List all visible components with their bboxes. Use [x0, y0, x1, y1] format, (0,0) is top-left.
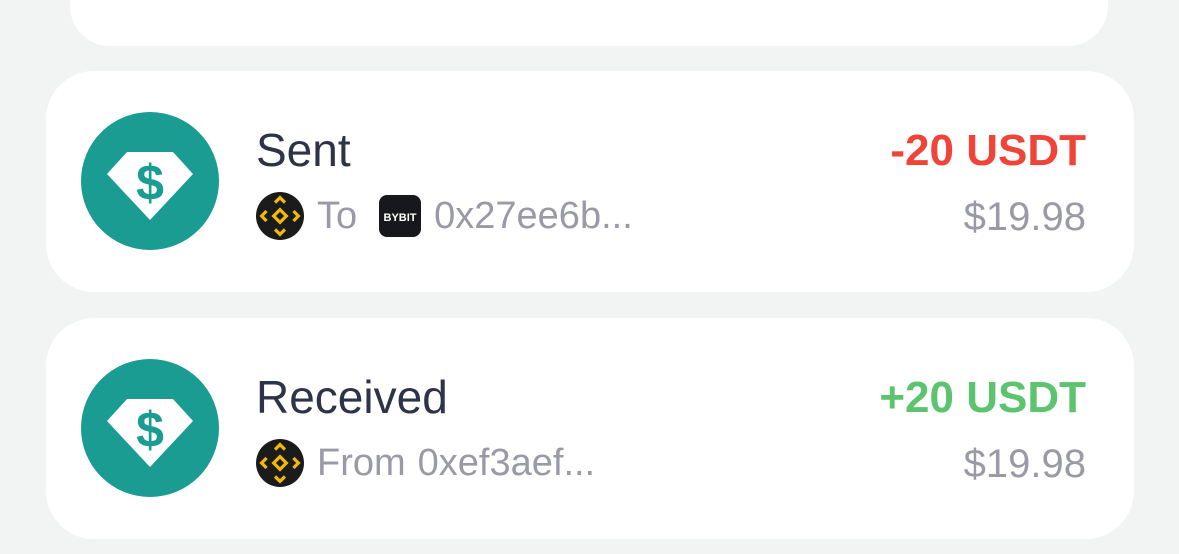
- transaction-row-received[interactable]: $ Received From 0xef3aef... +20 USDT $19…: [46, 318, 1134, 539]
- svg-text:$: $: [136, 402, 164, 458]
- svg-text:BYBIT: BYBIT: [384, 212, 417, 224]
- counterparty-address: 0x27ee6b...: [434, 194, 633, 237]
- fiat-value: $19.98: [963, 195, 1086, 239]
- direction-label: From: [317, 441, 406, 484]
- bybit-icon: BYBIT: [379, 195, 422, 237]
- bnb-chain-icon: [256, 192, 304, 240]
- usdt-icon: $: [81, 112, 219, 250]
- transaction-row-sent[interactable]: $ Sent To BYBIT 0x27ee6b... -20 USDT $19…: [46, 71, 1134, 292]
- direction-label: To: [317, 194, 358, 237]
- fiat-value: $19.98: [963, 442, 1086, 486]
- transaction-counterparty: From 0xef3aef...: [256, 438, 595, 488]
- svg-text:$: $: [136, 155, 164, 211]
- counterparty-address: 0xef3aef...: [417, 441, 596, 484]
- transaction-counterparty: To BYBIT 0x27ee6b...: [256, 191, 633, 241]
- previous-card-edge: [70, 0, 1108, 46]
- usdt-icon: $: [81, 359, 219, 497]
- bnb-chain-icon: [256, 439, 304, 487]
- token-amount: +20 USDT: [879, 373, 1086, 422]
- token-amount: -20 USDT: [890, 126, 1086, 175]
- transaction-type-label: Sent: [256, 124, 351, 176]
- transaction-type-label: Received: [256, 371, 448, 423]
